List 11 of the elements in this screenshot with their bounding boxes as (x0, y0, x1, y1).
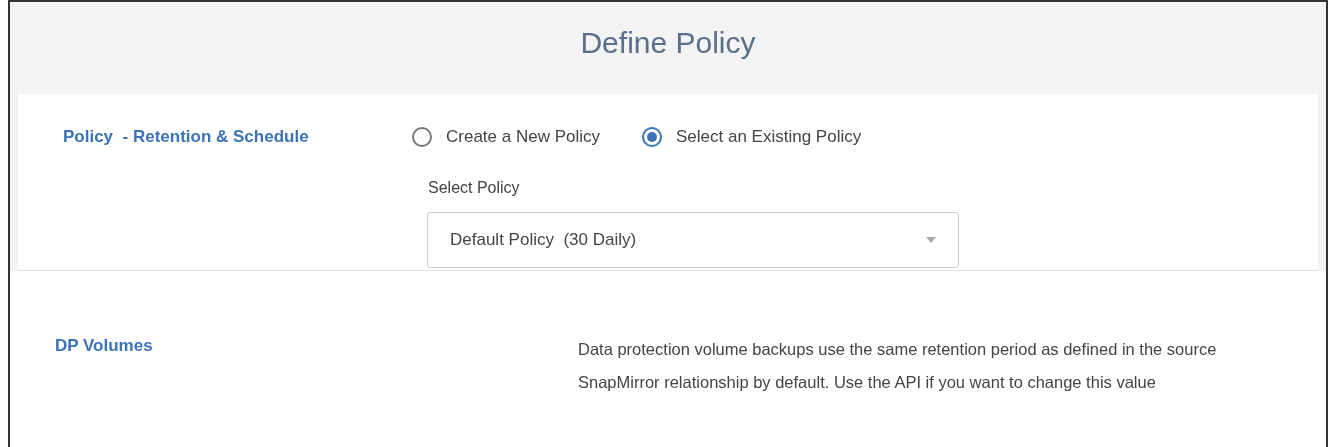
radio-option[interactable]: Create a New Policy (412, 124, 600, 150)
description-text: Data protection volume backups use the same retention period as defined in the source SnapMirror relationship by default. Use the API if you want to change this value (578, 339, 1218, 393)
page-title: Define Policy (580, 25, 756, 61)
caret-icon (926, 236, 936, 243)
policy-dropdown[interactable]: Default Policy (30 Daily) (427, 211, 959, 268)
radio-button[interactable] (412, 126, 432, 147)
radio-button[interactable] (642, 126, 662, 147)
field-label: Select Policy (428, 177, 520, 198)
radio-option[interactable]: Select an Existing Policy (642, 124, 862, 150)
section-label: DP Volumes (55, 336, 153, 355)
section-label: Policy - Retention & Schedule (63, 127, 309, 146)
